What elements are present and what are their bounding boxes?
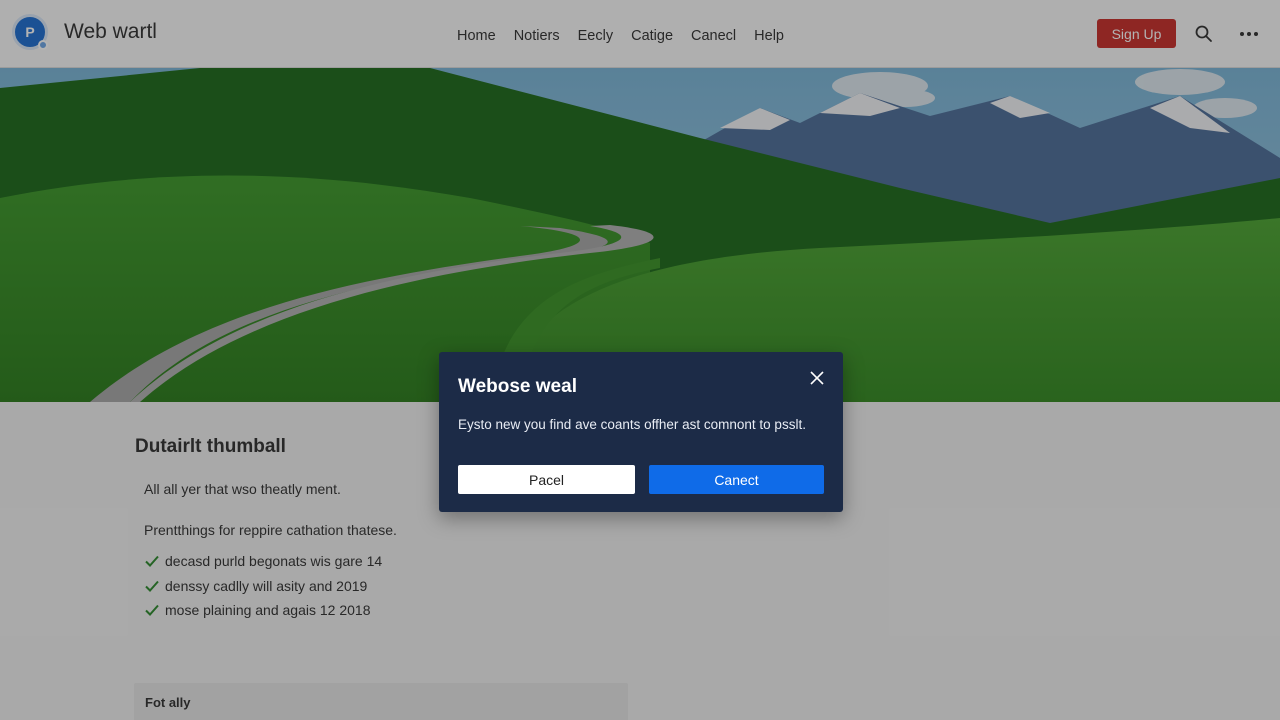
close-icon[interactable] bbox=[807, 368, 827, 388]
modal-message: Eysto new you find ave coants offher ast… bbox=[458, 417, 806, 432]
modal-dialog: Webose weal Eysto new you find ave coant… bbox=[439, 352, 843, 512]
modal-title: Webose weal bbox=[458, 376, 577, 397]
modal-secondary-button[interactable]: Pacel bbox=[458, 465, 635, 494]
modal-primary-button[interactable]: Canect bbox=[649, 465, 824, 494]
